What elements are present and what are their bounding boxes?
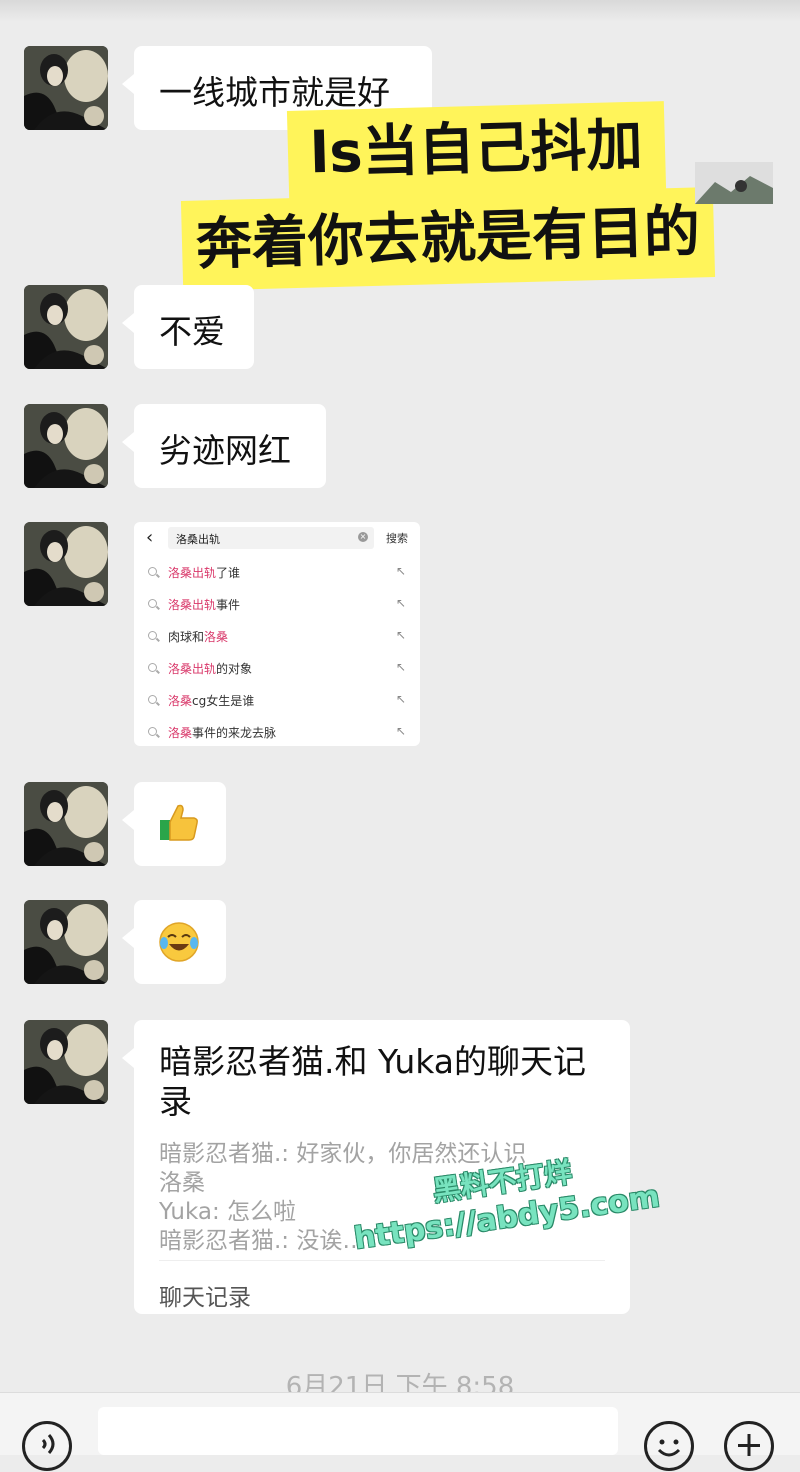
suggestion-text: 事件的来龙去脉 [192, 726, 277, 740]
suggestion-highlight: 洛桑 [204, 630, 229, 644]
message-input[interactable] [98, 1407, 618, 1455]
message-bubble[interactable]: 不爱 [122, 285, 254, 369]
input-bar [0, 1392, 800, 1471]
divider [159, 1260, 605, 1261]
message-text: 劣迹网红 [159, 431, 291, 470]
clear-icon: × [358, 532, 368, 542]
search-icon [148, 695, 157, 704]
more-button[interactable] [724, 1421, 774, 1471]
back-chevron-icon: ‹ [146, 527, 154, 548]
chat-record-title: 暗影忍者猫.和 Yuka的聊天记录 [159, 1042, 587, 1121]
search-icon [148, 631, 157, 640]
search-icon [148, 663, 157, 672]
emoji-button[interactable] [644, 1421, 694, 1471]
arrow-up-left-icon: ↖ [395, 724, 406, 738]
plus-icon [738, 1434, 760, 1456]
suggestion-highlight: 洛桑 [168, 726, 193, 740]
suggestion-highlight: 洛桑出轨 [168, 598, 217, 612]
avatar[interactable] [24, 46, 108, 130]
suggestion-item: 洛桑cg女生是谁 ↖ [134, 688, 420, 720]
avatar[interactable] [24, 782, 108, 866]
avatar[interactable] [24, 404, 108, 488]
suggestion-item: 洛桑出轨事件 ↖ [134, 592, 420, 624]
chat-record-footer: 聊天记录 [159, 1285, 251, 1311]
search-icon [148, 727, 157, 736]
suggestion-text: 了谁 [216, 566, 241, 580]
avatar-image [24, 404, 108, 488]
search-label: 搜索 [386, 532, 408, 545]
message-text: 一线城市就是好 [159, 73, 390, 112]
suggestion-text: cg女生是谁 [192, 694, 255, 708]
suggestion-highlight: 洛桑出轨 [168, 566, 217, 580]
avatar-image [24, 1020, 108, 1104]
avatar-image [24, 46, 108, 130]
sticker-image [695, 162, 773, 204]
avatar[interactable] [24, 900, 108, 984]
suggestion-item: 肉球和洛桑 ↖ [134, 624, 420, 656]
voice-button[interactable] [22, 1421, 72, 1471]
overlay-caption-line1: ls当自己抖加 [286, 101, 666, 199]
image-message-search-screenshot[interactable]: ‹ 洛桑出轨 × 搜索 洛桑出轨了谁 ↖ 洛桑出轨事件 ↖ 肉球和洛桑 ↖ 洛桑… [134, 522, 420, 746]
avatar-image [24, 782, 108, 866]
message-bubble[interactable] [122, 782, 226, 866]
suggestion-item: 洛桑事件的来龙去脉 ↖ [134, 720, 420, 746]
avatar[interactable] [24, 522, 108, 606]
message-bubble[interactable] [122, 900, 226, 984]
suggestion-item: 洛桑出轨了谁 ↖ [134, 560, 420, 592]
arrow-up-left-icon: ↖ [395, 564, 406, 578]
arrow-up-left-icon: ↖ [395, 628, 406, 642]
chat-record-line: 暗影忍者猫.: 没诶… [159, 1228, 366, 1254]
avatar-image [24, 522, 108, 606]
overlay-caption-line2: 奔着你去就是有目的 [180, 187, 716, 291]
avatar[interactable] [24, 285, 108, 369]
suggestion-text: 肉球和 [168, 630, 205, 644]
avatar[interactable] [24, 1020, 108, 1104]
search-box: 洛桑出轨 × [168, 527, 374, 549]
avatar-image [24, 900, 108, 984]
thumbs-up-icon [160, 804, 198, 841]
search-icon [148, 567, 157, 576]
suggestion-highlight: 洛桑出轨 [168, 662, 217, 676]
arrow-up-left-icon: ↖ [395, 660, 406, 674]
message-text: 不爱 [159, 312, 225, 351]
smiley-icon [657, 1439, 681, 1457]
suggestion-highlight: 洛桑 [168, 694, 193, 708]
suggestion-item: 洛桑出轨的对象 ↖ [134, 656, 420, 688]
arrow-up-left-icon: ↖ [395, 596, 406, 610]
top-fade [0, 0, 800, 22]
search-query: 洛桑出轨 [176, 533, 220, 546]
suggestion-text: 事件 [216, 598, 241, 612]
message-bubble[interactable]: 劣迹网红 [122, 404, 326, 488]
crying-laughing-icon [159, 922, 199, 962]
avatar-image [24, 285, 108, 369]
suggestion-text: 的对象 [216, 662, 253, 676]
voice-icon [41, 1434, 55, 1454]
search-icon [148, 599, 157, 608]
arrow-up-left-icon: ↖ [395, 692, 406, 706]
chat-record-line: 暗影忍者猫.: 好家伙，你居然还认识 [159, 1141, 527, 1167]
